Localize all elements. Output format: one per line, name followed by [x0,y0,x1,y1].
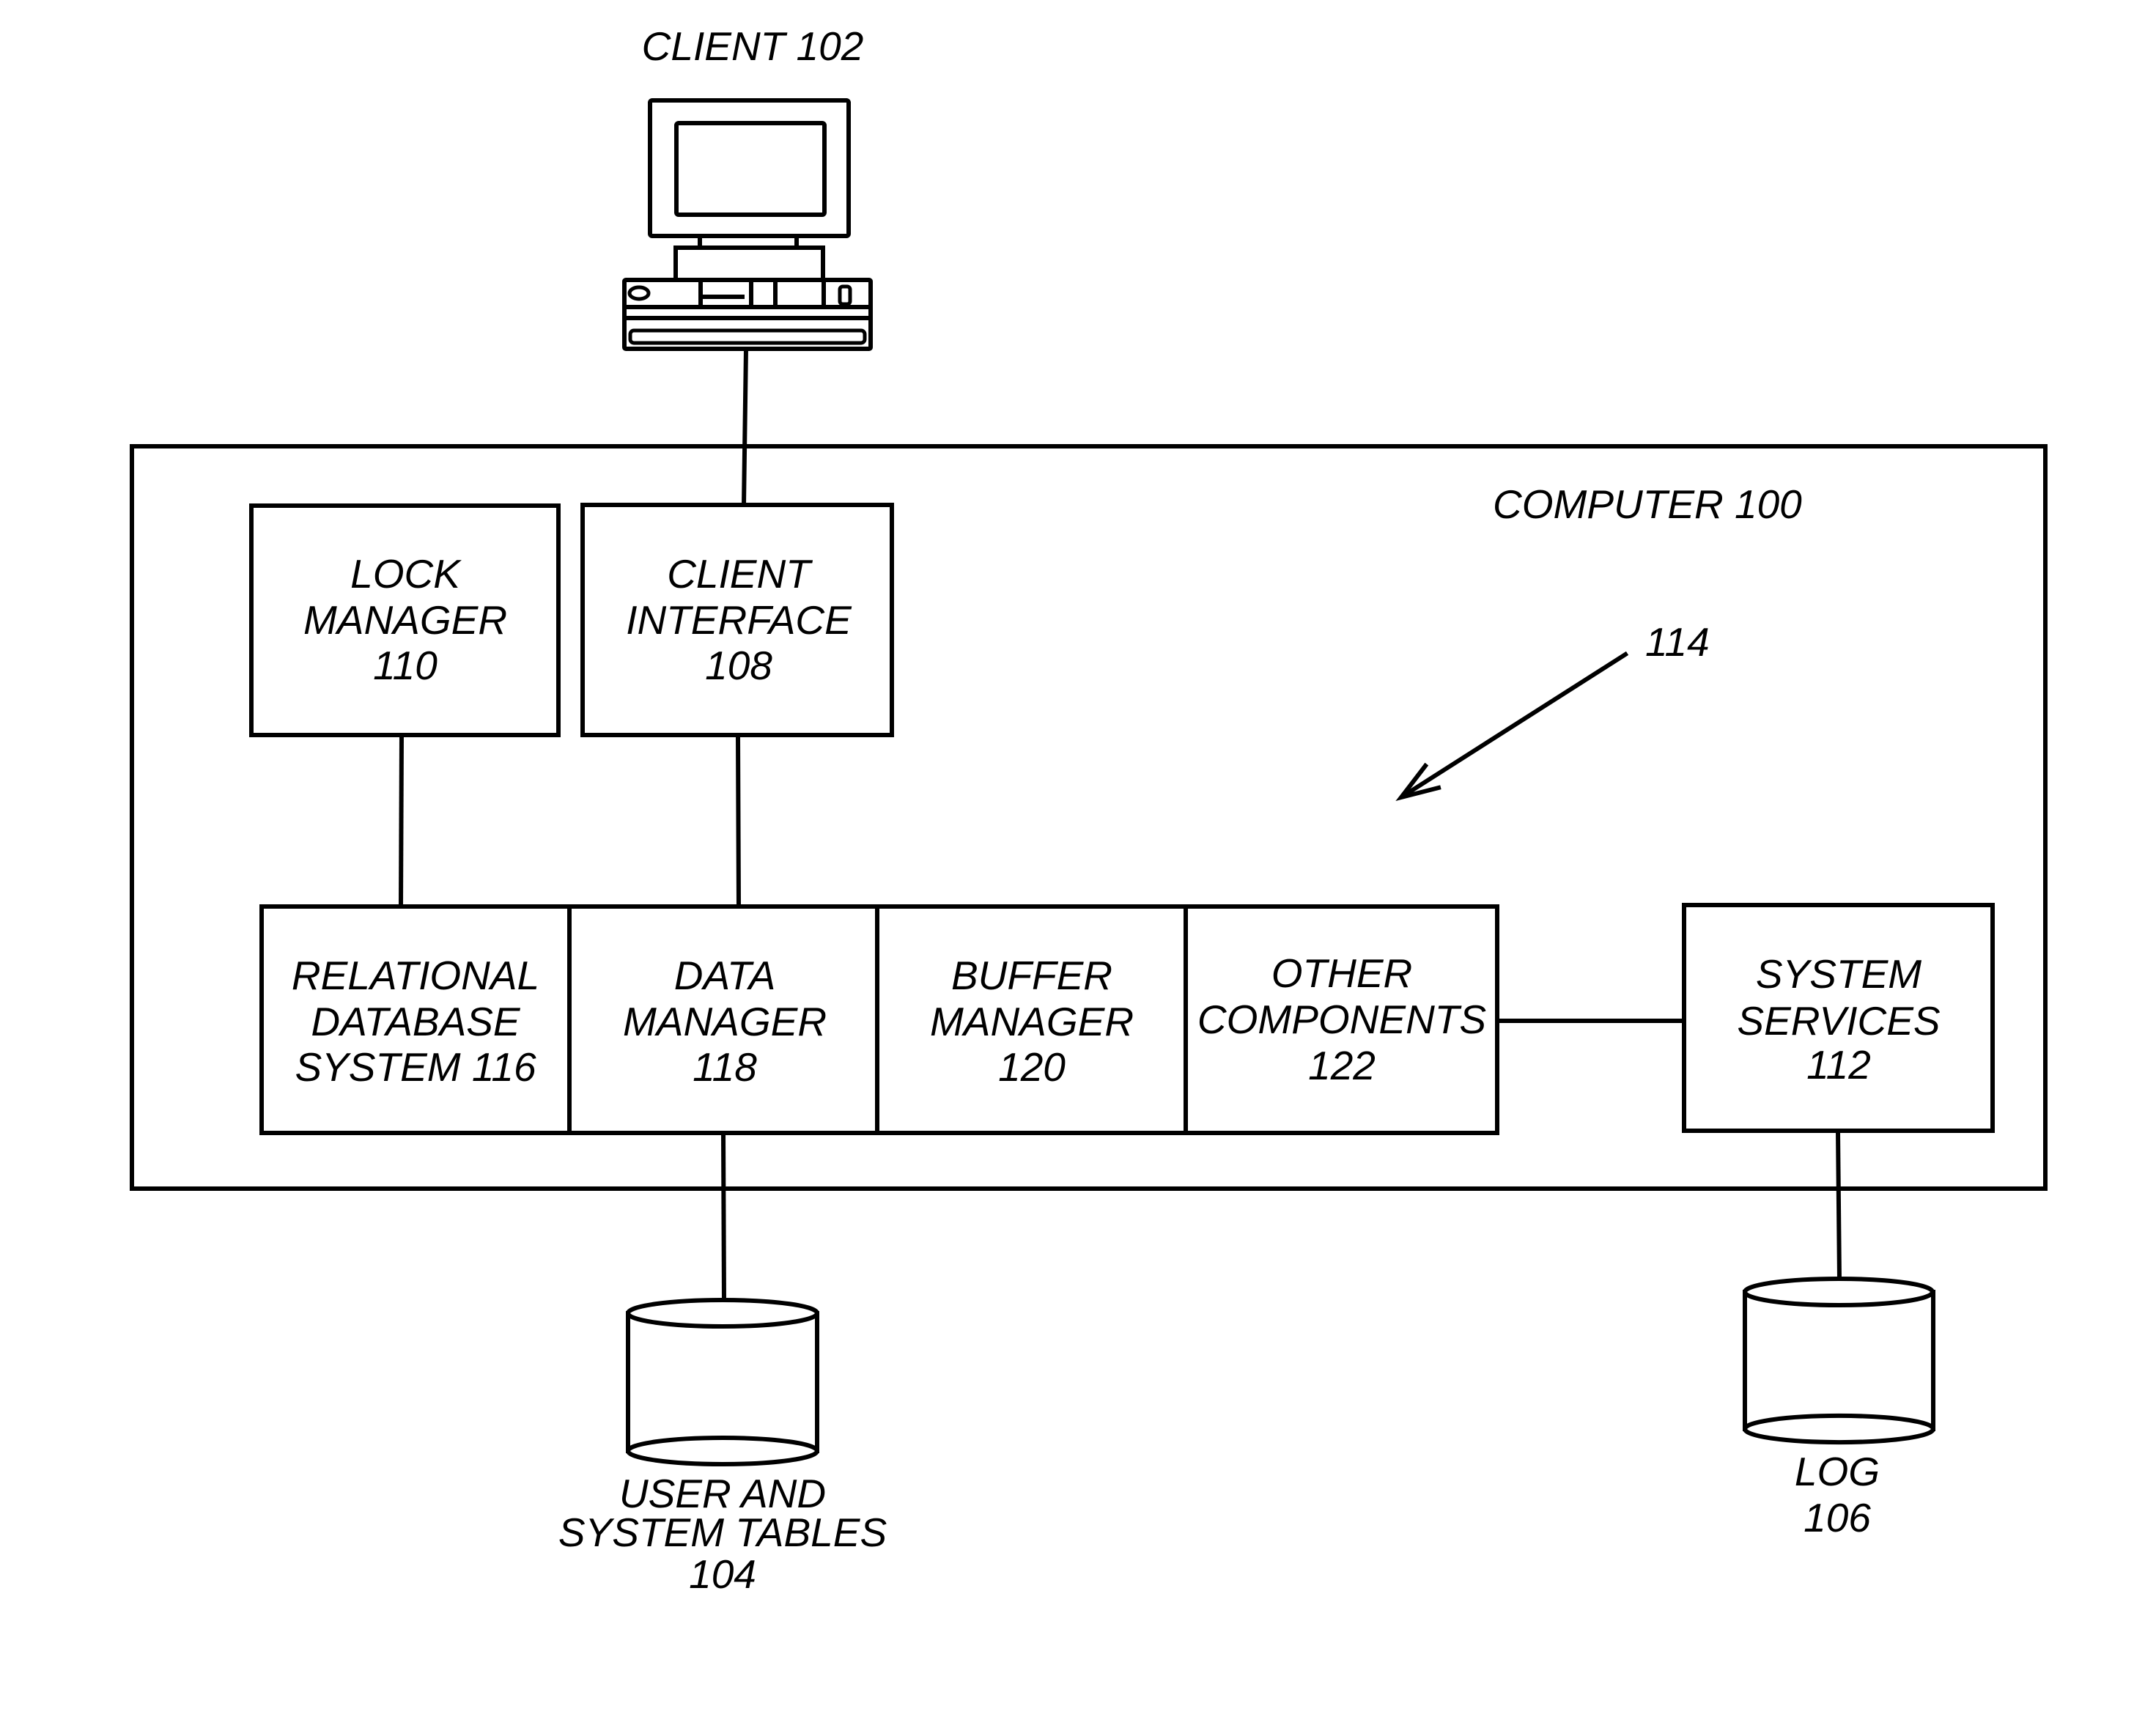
data-manager-line-2: MANAGER [623,999,827,1044]
client-label: CLIENT 102 [642,23,864,69]
other-components-line-3: 122 [1308,1043,1376,1088]
system-unit [622,278,873,351]
arrow-head-icon [1395,762,1441,802]
client-interface-line-1: CLIENT [667,551,813,597]
desktop-computer-icon [622,98,873,351]
arrow-shaft [1400,651,1629,800]
rdbms-line-2: DATABASE [311,999,521,1044]
data-manager-line-3: 118 [693,1044,757,1090]
buffer-manager-line-3: 120 [998,1044,1066,1090]
tables-line-2: SYSTEM TABLES [558,1510,887,1555]
monitor-screen [674,121,827,217]
buffer-manager-line-1: BUFFER [951,953,1112,998]
client-interface-box: CLIENT INTERFACE 108 [580,503,894,737]
other-components-line-1: OTHER [1271,950,1413,996]
connector-client-to-interface [741,346,749,508]
system-services-line-1: SYSTEM [1756,951,1921,997]
data-manager-line-1: DATA [674,953,776,998]
system-services-line-3: 112 [1806,1042,1871,1088]
connector-services-to-log [1835,1128,1842,1282]
connector-interface-to-data-manager [735,732,742,910]
tables-line-3: 104 [689,1551,756,1597]
reference-arrow-114: 114 [1395,619,1710,802]
connector-data-manager-to-tables [720,1130,727,1303]
log-store: LOG 106 [1742,1277,1936,1540]
database-cylinder-icon [1742,1277,1936,1445]
system-services-line-2: SERVICES [1737,998,1940,1044]
client-interface-line-2: INTERFACE [626,597,852,643]
system-architecture-diagram: CLIENT 102 COMPUTER 100 LOCK MANAGER 110… [130,23,2048,1597]
database-cylinder-icon [625,1298,820,1466]
user-system-tables-store: USER AND SYSTEM TABLES 104 [558,1298,887,1597]
rdbms-cell: RELATIONAL DATABASE SYSTEM 116 [292,953,539,1090]
log-line-1: LOG [1795,1449,1880,1494]
rdbms-row: RELATIONAL DATABASE SYSTEM 116 DATA MANA… [259,904,1499,1135]
other-components-line-2: COMPONENTS [1197,997,1487,1042]
lock-manager-line-3: 110 [373,643,438,688]
client-interface-line-3: 108 [705,643,772,688]
lock-manager-line-2: MANAGER [303,597,507,643]
connector-lock-manager-to-rdbms [398,732,405,910]
monitor-stand [673,245,825,282]
reference-label-114: 114 [1645,619,1710,665]
rdbms-line-3: SYSTEM 116 [295,1044,536,1090]
lock-manager-box: LOCK MANAGER 110 [249,503,561,737]
buffer-manager-line-2: MANAGER [930,999,1134,1044]
system-services-box: SYSTEM SERVICES 112 [1682,903,1995,1133]
lock-manager-line-1: LOCK [350,551,462,597]
rdbms-line-1: RELATIONAL [292,953,539,998]
computer-label: COMPUTER 100 [1493,481,1802,527]
log-line-2: 106 [1804,1495,1871,1540]
